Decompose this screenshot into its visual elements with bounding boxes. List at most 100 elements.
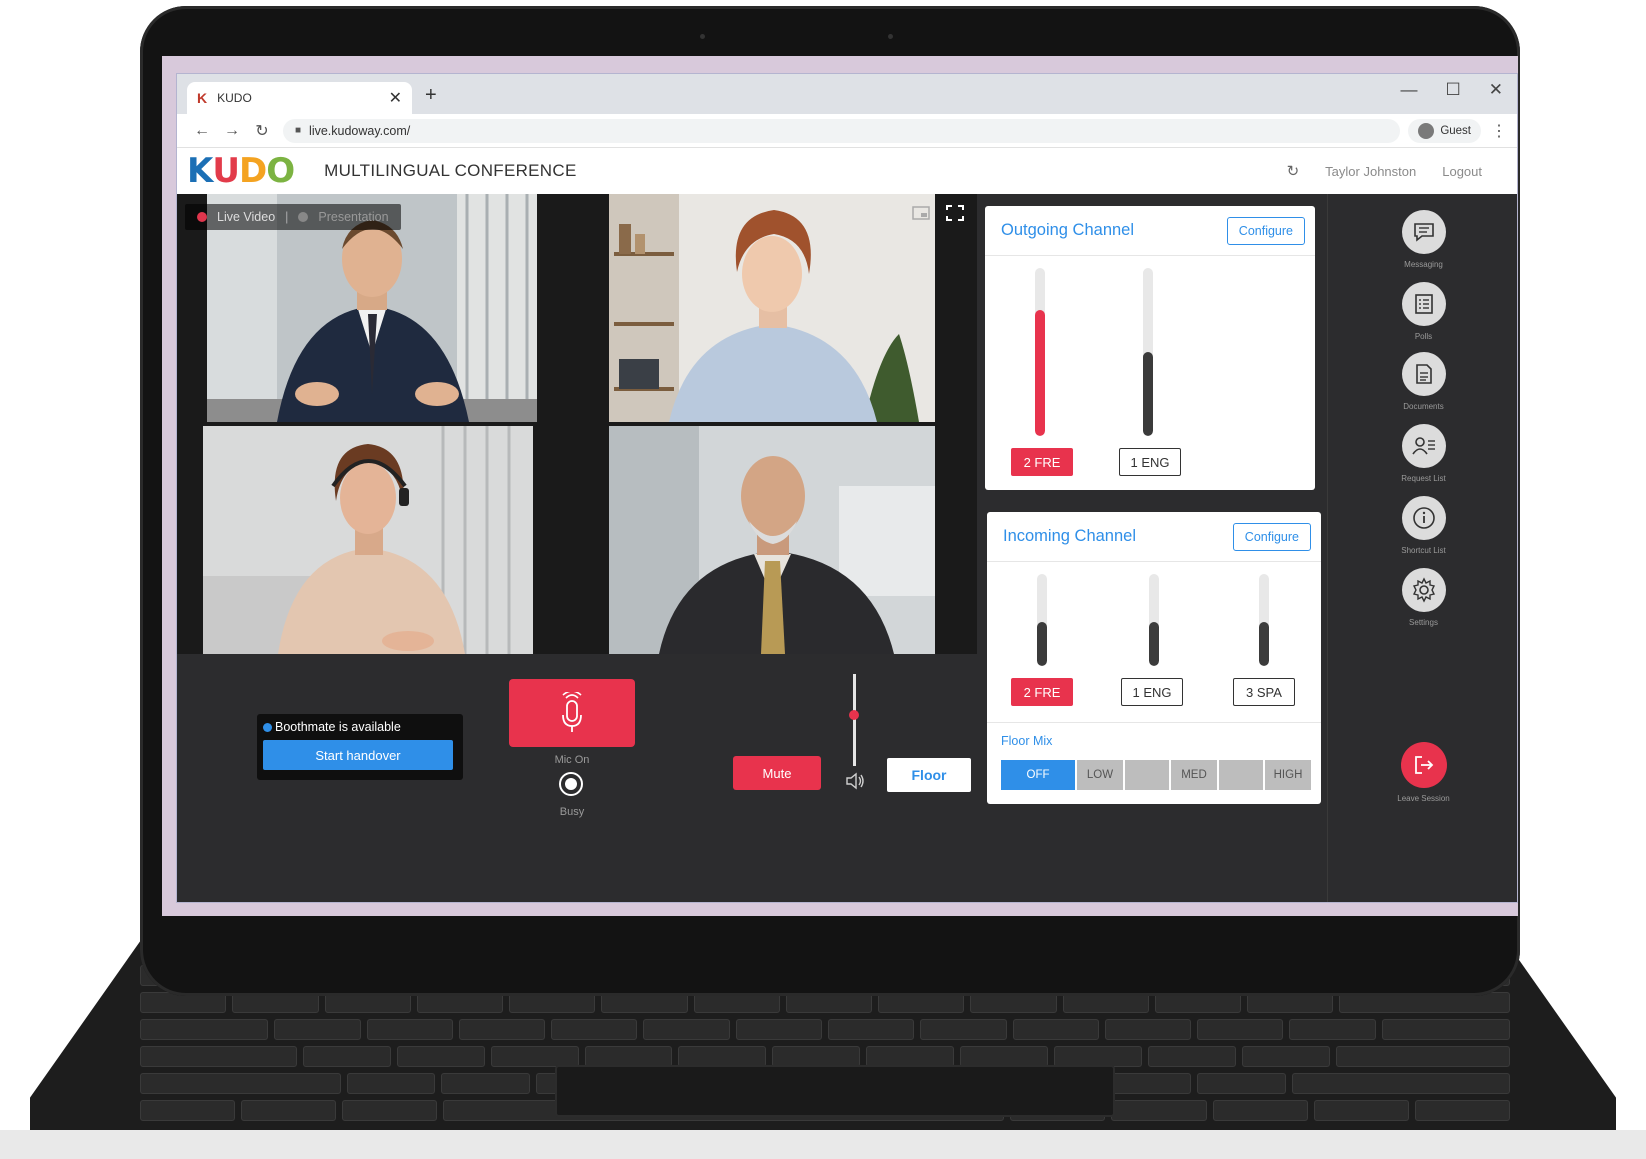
floor-mix-step-2[interactable]	[1125, 760, 1169, 790]
microphone-icon	[562, 692, 582, 732]
polls-label: Polls	[1414, 332, 1433, 341]
polls-icon	[1401, 282, 1446, 326]
interpreter-controls: Boothmate is available Start handover Mi…	[177, 654, 977, 902]
presentation-indicator-icon	[298, 212, 309, 222]
sidebar-item-documents[interactable]: Documents	[1328, 352, 1517, 411]
shortcut-list-label: Shortcut List	[1401, 546, 1446, 555]
close-window-icon[interactable]: ✕	[1489, 80, 1503, 100]
floor-mix-step-4[interactable]	[1219, 760, 1263, 790]
sidebar-item-request-list[interactable]: Request List	[1328, 424, 1517, 483]
tools-sidebar: Messaging Polls Documents Request List S…	[1327, 194, 1517, 902]
profile-avatar-icon	[1418, 122, 1435, 139]
main-area: Live Video | Presentation Boothmate is a…	[177, 194, 1517, 902]
camera-dot	[700, 34, 705, 39]
video-tile-participant-2[interactable]	[609, 194, 935, 422]
app-header: KUDO MULTILINGUAL CONFERENCE ↻ Taylor Jo…	[177, 148, 1517, 194]
volume-slider[interactable]	[849, 674, 859, 766]
logout-link[interactable]: Logout	[1442, 164, 1482, 179]
outgoing-channel-panel: Outgoing Channel Configure 2 FRE 1 ENG	[985, 206, 1315, 490]
incoming-configure-button[interactable]: Configure	[1232, 522, 1311, 551]
participant-3-feed	[203, 426, 533, 654]
floor-mix-low[interactable]: LOW	[1077, 760, 1123, 790]
url-text: live.kudoway.com/	[309, 123, 411, 138]
live-indicator-icon	[197, 212, 207, 222]
gear-icon	[1401, 568, 1446, 612]
sidebar-item-polls[interactable]: Polls	[1328, 282, 1517, 341]
document-icon	[1401, 352, 1446, 396]
status-dot-icon	[263, 722, 272, 732]
outgoing-configure-button[interactable]: Configure	[1226, 216, 1305, 245]
outgoing-channel-fre[interactable]: 2 FRE	[1011, 448, 1073, 476]
forward-arrow-icon[interactable]: →	[217, 122, 247, 140]
sidebar-item-messaging[interactable]: Messaging	[1328, 210, 1517, 269]
chat-icon	[1401, 210, 1446, 254]
minimize-icon[interactable]: —	[1401, 80, 1418, 100]
floor-mix-label: Floor Mix	[1001, 734, 1053, 748]
sidebar-item-settings[interactable]: Settings	[1328, 568, 1517, 627]
floor-button[interactable]: Floor	[887, 758, 971, 792]
fullscreen-icon[interactable]	[945, 204, 965, 222]
incoming-channel-eng[interactable]: 1 ENG	[1121, 678, 1183, 706]
incoming-meter-fre	[1037, 574, 1047, 666]
incoming-channel-panel: Incoming Channel Configure 2 FRE 1 ENG 3…	[987, 512, 1321, 804]
url-field[interactable]: ■ live.kudoway.com/	[283, 118, 1401, 143]
outgoing-channel-eng[interactable]: 1 ENG	[1119, 448, 1181, 476]
toggle-separator: |	[285, 210, 289, 224]
floor-mix-off[interactable]: OFF	[1001, 760, 1075, 790]
participant-4-feed	[609, 426, 935, 654]
sidebar-item-shortcut-list[interactable]: Shortcut List	[1328, 496, 1517, 555]
floor-shadow	[0, 1130, 1646, 1159]
outgoing-panel-header: Outgoing Channel Configure	[985, 206, 1315, 256]
settings-label: Settings	[1409, 618, 1438, 627]
refresh-icon[interactable]: ↻	[1287, 162, 1300, 180]
sensor-dot	[888, 34, 893, 39]
outgoing-meter-eng	[1143, 268, 1153, 436]
video-tools	[911, 204, 965, 222]
busy-toggle[interactable]	[559, 772, 583, 796]
start-handover-button[interactable]: Start handover	[263, 740, 453, 770]
mic-toggle-button[interactable]	[509, 679, 635, 747]
incoming-meter-eng	[1149, 574, 1159, 666]
video-grid: Live Video | Presentation	[177, 194, 977, 654]
video-tile-participant-4[interactable]	[609, 426, 935, 654]
presentation-label: Presentation	[318, 210, 389, 224]
participant-2-feed	[609, 194, 935, 422]
reload-icon[interactable]: ↻	[247, 121, 277, 141]
close-tab-icon[interactable]: ✕	[389, 88, 402, 108]
boothmate-text: Boothmate is available	[275, 720, 401, 734]
floor-mix-selector: OFF LOW MED HIGH	[1001, 760, 1311, 790]
tab-strip: K KUDO ✕ + — ☐ ✕	[177, 74, 1517, 114]
logo-letter: O	[266, 151, 295, 191]
incoming-channel-spa[interactable]: 3 SPA	[1233, 678, 1295, 706]
outgoing-channel-title: Outgoing Channel	[1001, 221, 1135, 239]
page-title: MULTILINGUAL CONFERENCE	[324, 161, 577, 180]
boothmate-card: Boothmate is available Start handover	[257, 714, 463, 780]
speaker-icon	[845, 772, 865, 795]
browser-menu-icon[interactable]: ⋮	[1491, 121, 1507, 141]
request-list-label: Request List	[1401, 474, 1446, 483]
back-arrow-icon[interactable]: ←	[187, 122, 217, 140]
volume-slider-thumb[interactable]	[849, 710, 859, 721]
video-tile-participant-3[interactable]	[203, 426, 533, 654]
incoming-channel-fre[interactable]: 2 FRE	[1011, 678, 1073, 706]
incoming-meter-spa	[1259, 574, 1269, 666]
video-source-toggle[interactable]: Live Video | Presentation	[185, 204, 401, 230]
user-name: Taylor Johnston	[1325, 163, 1417, 179]
kudo-favicon-icon: K	[197, 90, 208, 106]
leave-session-button[interactable]: Leave Session	[1328, 742, 1517, 803]
incoming-meter-eng-level	[1149, 621, 1159, 666]
new-tab-button[interactable]: +	[425, 84, 437, 107]
incoming-meter-spa-level	[1259, 621, 1269, 666]
floor-mix-high[interactable]: HIGH	[1265, 760, 1311, 790]
browser-tab[interactable]: K KUDO ✕	[187, 82, 412, 114]
header-actions: ↻ Taylor Johnston Logout	[1287, 162, 1507, 180]
address-bar: ← → ↻ ■ live.kudoway.com/ Guest ⋮	[177, 114, 1517, 148]
floor-mix-med[interactable]: MED	[1171, 760, 1217, 790]
logo-letter: U	[212, 151, 240, 191]
trackpad	[555, 1065, 1115, 1117]
profile-button[interactable]: Guest	[1408, 118, 1481, 143]
mute-button[interactable]: Mute	[733, 756, 821, 790]
maximize-icon[interactable]: ☐	[1446, 80, 1461, 100]
picture-in-picture-icon[interactable]	[911, 204, 931, 222]
incoming-channel-title: Incoming Channel	[1003, 527, 1136, 545]
